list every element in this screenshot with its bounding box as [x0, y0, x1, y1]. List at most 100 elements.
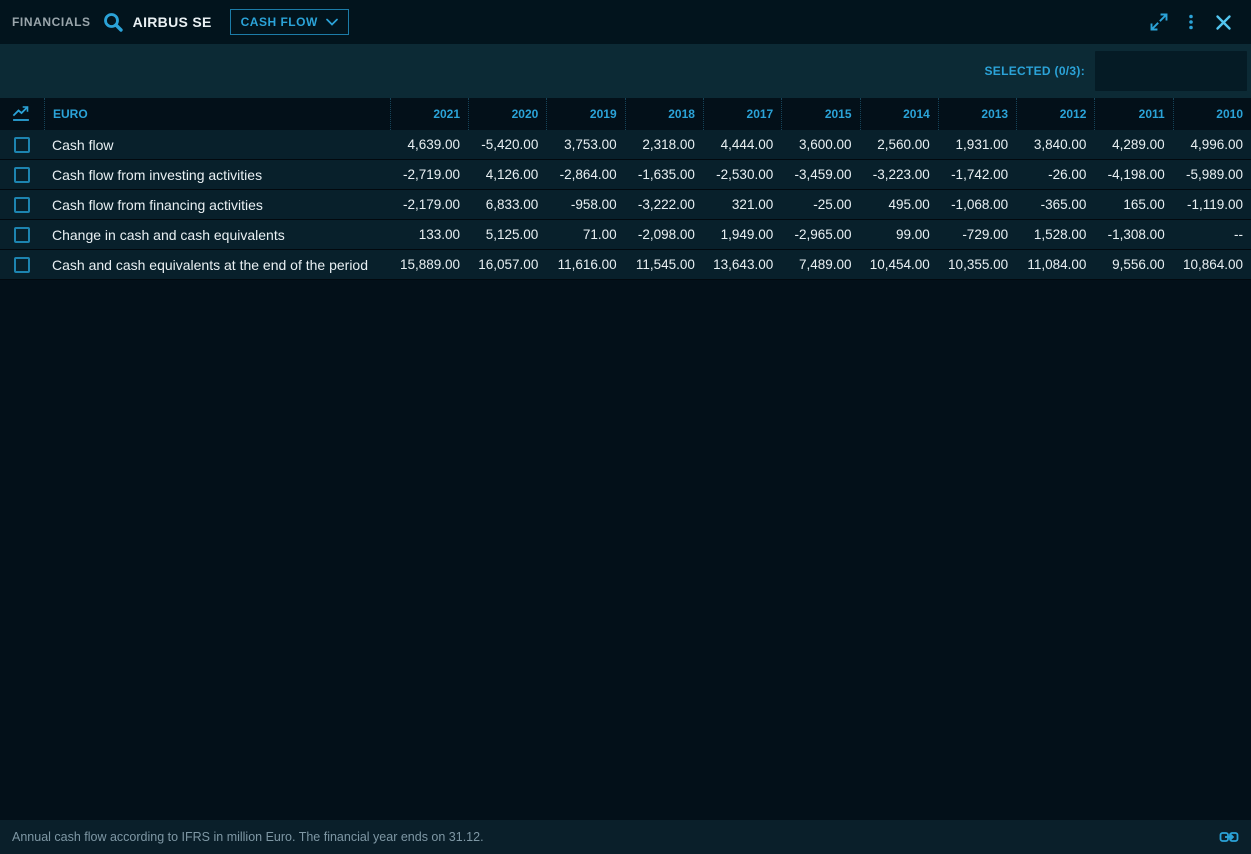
expand-button[interactable]: [1145, 8, 1173, 36]
close-button[interactable]: [1209, 8, 1237, 36]
app-title: FINANCIALS: [12, 15, 91, 29]
value-cell: 495.00: [860, 190, 938, 219]
value-cell: 5,125.00: [468, 220, 546, 249]
table-header: EURO 20212020201920182017201520142013201…: [0, 98, 1251, 130]
value-cell: 1,528.00: [1016, 220, 1094, 249]
statement-dropdown[interactable]: CASH FLOW: [230, 9, 349, 35]
row-checkbox-cell: [0, 130, 44, 159]
value-cell: 7,489.00: [781, 250, 859, 279]
value-cell: -26.00: [1016, 160, 1094, 189]
value-cell: 71.00: [546, 220, 624, 249]
row-checkbox[interactable]: [14, 227, 30, 243]
value-cell: -2,864.00: [546, 160, 624, 189]
value-cell: 2,318.00: [625, 130, 703, 159]
year-header: 2014: [860, 98, 938, 130]
statement-dropdown-label: CASH FLOW: [241, 15, 318, 29]
value-cell: -729.00: [938, 220, 1016, 249]
year-header: 2013: [938, 98, 1016, 130]
footer: Annual cash flow according to IFRS in mi…: [0, 820, 1251, 854]
menu-button[interactable]: [1177, 8, 1205, 36]
value-cell: --: [1173, 220, 1251, 249]
row-checkbox[interactable]: [14, 167, 30, 183]
value-cell: -365.00: [1016, 190, 1094, 219]
value-cell: -4,198.00: [1094, 160, 1172, 189]
value-cell: 13,643.00: [703, 250, 781, 279]
table-body: Cash flow4,639.00-5,420.003,753.002,318.…: [0, 130, 1251, 280]
value-cell: -1,119.00: [1173, 190, 1251, 219]
row-label: Change in cash and cash equivalents: [44, 220, 390, 249]
value-cell: -2,719.00: [390, 160, 468, 189]
close-icon: [1214, 13, 1233, 32]
value-cell: 4,996.00: [1173, 130, 1251, 159]
value-cell: -1,635.00: [625, 160, 703, 189]
value-cell: 3,600.00: [781, 130, 859, 159]
row-checkbox[interactable]: [14, 257, 30, 273]
selection-toolbar: SELECTED (0/3):: [0, 44, 1251, 98]
value-cell: 11,084.00: [1016, 250, 1094, 279]
value-cell: 3,840.00: [1016, 130, 1094, 159]
year-header: 2021: [390, 98, 468, 130]
kebab-menu-icon: [1181, 12, 1201, 32]
value-cell: -2,965.00: [781, 220, 859, 249]
year-header: 2015: [781, 98, 859, 130]
row-checkbox-cell: [0, 250, 44, 279]
value-cell: 11,545.00: [625, 250, 703, 279]
value-cell: 6,833.00: [468, 190, 546, 219]
value-cell: 4,289.00: [1094, 130, 1172, 159]
chevron-down-icon: [326, 18, 338, 26]
value-cell: -5,420.00: [468, 130, 546, 159]
search-icon: [101, 10, 125, 34]
table-row: Cash and cash equivalents at the end of …: [0, 250, 1251, 280]
row-label: Cash flow from financing activities: [44, 190, 390, 219]
value-cell: 1,931.00: [938, 130, 1016, 159]
table-row: Cash flow4,639.00-5,420.003,753.002,318.…: [0, 130, 1251, 160]
value-cell: -1,742.00: [938, 160, 1016, 189]
value-cell: 16,057.00: [468, 250, 546, 279]
footnote-text: Annual cash flow according to IFRS in mi…: [12, 830, 484, 844]
value-cell: -3,222.00: [625, 190, 703, 219]
value-cell: -2,530.00: [703, 160, 781, 189]
table-row: Cash flow from financing activities-2,17…: [0, 190, 1251, 220]
search-button[interactable]: [101, 10, 125, 34]
value-cell: 15,889.00: [390, 250, 468, 279]
link-button[interactable]: [1219, 830, 1239, 844]
value-cell: 10,355.00: [938, 250, 1016, 279]
value-cell: 4,639.00: [390, 130, 468, 159]
company-name: AIRBUS SE: [133, 14, 212, 30]
value-cell: 165.00: [1094, 190, 1172, 219]
line-chart-icon: [12, 105, 32, 123]
value-cell: -1,068.00: [938, 190, 1016, 219]
value-cell: 10,454.00: [860, 250, 938, 279]
value-cell: 11,616.00: [546, 250, 624, 279]
value-cell: -3,223.00: [860, 160, 938, 189]
selected-count-label: SELECTED (0/3):: [984, 64, 1085, 78]
value-cell: 321.00: [703, 190, 781, 219]
value-cell: -1,308.00: [1094, 220, 1172, 249]
row-label: Cash flow: [44, 130, 390, 159]
value-cell: 3,753.00: [546, 130, 624, 159]
value-cell: 99.00: [860, 220, 938, 249]
chart-view-button[interactable]: [0, 105, 44, 123]
row-checkbox-cell: [0, 190, 44, 219]
value-cell: 9,556.00: [1094, 250, 1172, 279]
topbar: FINANCIALS AIRBUS SE CASH FLOW: [0, 0, 1251, 44]
row-checkbox[interactable]: [14, 137, 30, 153]
year-header: 2017: [703, 98, 781, 130]
row-checkbox[interactable]: [14, 197, 30, 213]
value-cell: 4,444.00: [703, 130, 781, 159]
row-checkbox-cell: [0, 220, 44, 249]
financials-window: FINANCIALS AIRBUS SE CASH FLOW: [0, 0, 1251, 854]
row-label: Cash and cash equivalents at the end of …: [44, 250, 390, 279]
row-label: Cash flow from investing activities: [44, 160, 390, 189]
value-cell: 10,864.00: [1173, 250, 1251, 279]
year-header: 2012: [1016, 98, 1094, 130]
year-header: 2010: [1173, 98, 1251, 130]
year-header: 2020: [468, 98, 546, 130]
table-row: Cash flow from investing activities-2,71…: [0, 160, 1251, 190]
link-icon: [1219, 830, 1239, 844]
selected-items-box: [1095, 51, 1247, 91]
value-cell: -958.00: [546, 190, 624, 219]
year-header: 2019: [546, 98, 624, 130]
currency-header: EURO: [44, 98, 390, 130]
value-cell: -2,098.00: [625, 220, 703, 249]
